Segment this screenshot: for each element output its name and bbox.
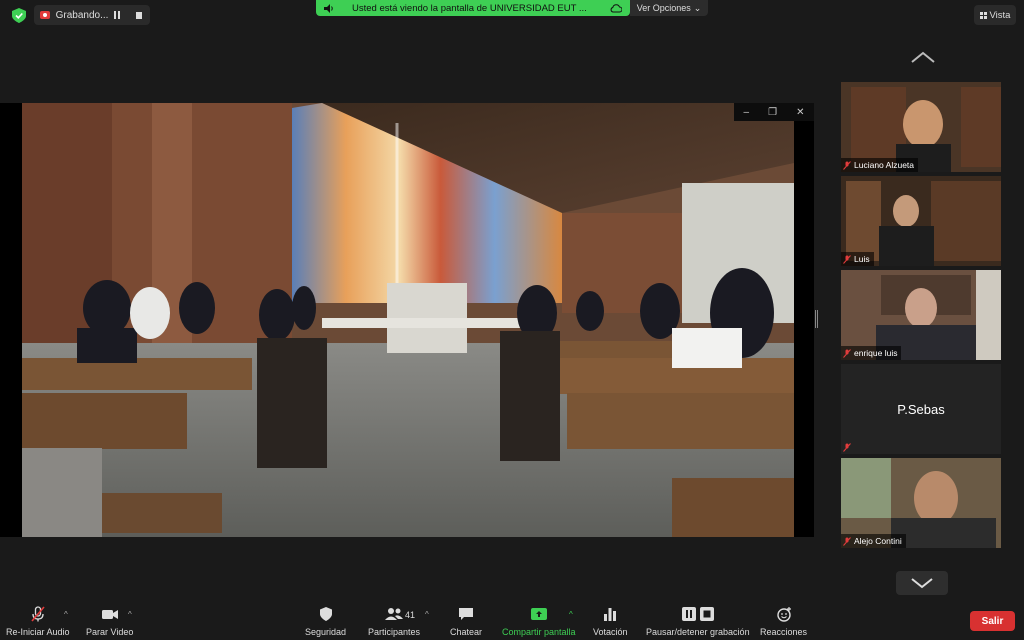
- restore-icon[interactable]: ❐: [768, 107, 777, 118]
- leave-meeting-button[interactable]: Salir: [970, 611, 1015, 631]
- recording-icon: [40, 11, 50, 19]
- mic-off-icon: [843, 536, 851, 546]
- stop-recording-icon[interactable]: [136, 11, 142, 19]
- participant-name-tag: Alejo Contini: [841, 534, 906, 548]
- bar-chart-icon: [604, 608, 617, 621]
- participant-tile[interactable]: Luis: [841, 176, 1001, 266]
- participants-label: Participantes: [368, 627, 421, 637]
- video-button[interactable]: Parar Video: [86, 606, 133, 637]
- shared-chapel-photo: [22, 103, 794, 537]
- mic-off-icon: [843, 348, 851, 358]
- shared-window-controls: – ❐ ✕: [734, 103, 814, 121]
- mic-muted-icon: [31, 606, 45, 622]
- participant-name: Alejo Contini: [854, 536, 902, 546]
- participant-name-placeholder: P.Sebas: [897, 401, 945, 417]
- participant-name-tag: enrique luis: [841, 346, 902, 360]
- recording-indicator: Grabando...: [34, 5, 150, 25]
- poll-label: Votación: [593, 627, 628, 637]
- cloud-recording-icon: [610, 3, 622, 12]
- reactions-button[interactable]: Reacciones: [760, 606, 807, 637]
- view-options-label: Ver Opciones: [636, 3, 691, 13]
- close-icon[interactable]: ✕: [796, 107, 804, 118]
- grid-view-icon: [979, 11, 987, 19]
- share-screen-icon: [530, 608, 547, 620]
- participant-tile[interactable]: enrique luis: [841, 270, 1001, 360]
- security-shield-icon: [319, 607, 332, 621]
- mic-off-icon: [843, 254, 851, 264]
- audio-options-caret-icon[interactable]: ^: [64, 610, 68, 619]
- chat-label: Chatear: [450, 627, 483, 637]
- video-camera-icon: [101, 610, 118, 619]
- participants-options-caret-icon[interactable]: ^: [425, 610, 429, 619]
- security-shield-icon[interactable]: [12, 8, 26, 23]
- zoom-meeting-window: Grabando... Usted está viendo la pantall…: [0, 0, 1024, 640]
- mic-off-icon: [843, 442, 851, 452]
- participant-name: Luis: [854, 254, 870, 264]
- poll-button[interactable]: Votación: [593, 606, 628, 637]
- participant-tile[interactable]: Luciano Alzueta: [841, 82, 1001, 172]
- participant-tile[interactable]: P.Sebas: [841, 364, 1001, 454]
- participant-tile[interactable]: Alejo Contini: [841, 458, 1001, 548]
- speaker-icon[interactable]: [324, 3, 334, 13]
- recording-controls-label: Pausar/detener grabación: [646, 627, 750, 637]
- view-options-dropdown[interactable]: Ver Opciones ⌄: [630, 0, 708, 16]
- share-screen-button[interactable]: Compartir pantalla: [502, 606, 576, 637]
- meeting-toolbar: Re-Iniciar Audio ^ Parar Video ^ Segurid…: [0, 602, 1024, 640]
- smiley-plus-icon: [776, 607, 791, 622]
- security-label: Seguridad: [305, 627, 347, 637]
- video-label: Parar Video: [86, 627, 134, 637]
- share-screen-label: Compartir pantalla: [502, 627, 576, 637]
- shared-screen[interactable]: – ❐ ✕: [0, 103, 814, 537]
- participant-name: enrique luis: [854, 348, 898, 358]
- audio-button[interactable]: Re-Iniciar Audio: [6, 606, 70, 637]
- audio-label: Re-Iniciar Audio: [6, 627, 70, 637]
- chevron-down-icon: ⌄: [693, 2, 702, 13]
- chat-bubble-icon: [459, 608, 474, 620]
- share-options-caret-icon[interactable]: ^: [569, 610, 573, 619]
- reactions-label: Reacciones: [760, 627, 808, 637]
- recording-label: Grabando...: [55, 9, 109, 21]
- pause-recording-icon[interactable]: [114, 11, 121, 19]
- share-banner-text: Usted está viendo la pantalla de UNIVERS…: [352, 2, 587, 14]
- video-options-caret-icon[interactable]: ^: [128, 610, 132, 619]
- pause-stop-icon: [681, 607, 714, 621]
- gallery-scroll-up-icon[interactable]: [910, 50, 936, 64]
- panel-resize-handle[interactable]: [815, 310, 818, 328]
- participant-name: Luciano Alzueta: [854, 160, 915, 170]
- participant-name-tag: [841, 440, 855, 454]
- participants-icon: [385, 608, 404, 620]
- view-button[interactable]: Vista: [974, 5, 1016, 25]
- minimize-icon[interactable]: –: [744, 107, 750, 118]
- participants-count: 41: [405, 610, 416, 620]
- chat-button[interactable]: Chatear: [450, 606, 482, 637]
- participant-name-tag: Luciano Alzueta: [841, 158, 919, 172]
- gallery-scroll-down-button[interactable]: [896, 571, 948, 595]
- security-button[interactable]: Seguridad: [305, 606, 346, 637]
- chevron-down-icon: [911, 578, 933, 589]
- mic-off-icon: [843, 160, 851, 170]
- participant-name-tag: Luis: [841, 252, 874, 266]
- screen-share-banner: Usted está viendo la pantalla de UNIVERS…: [316, 0, 630, 16]
- recording-controls-button[interactable]: Pausar/detener grabación: [646, 606, 750, 637]
- view-label: Vista: [989, 9, 1011, 21]
